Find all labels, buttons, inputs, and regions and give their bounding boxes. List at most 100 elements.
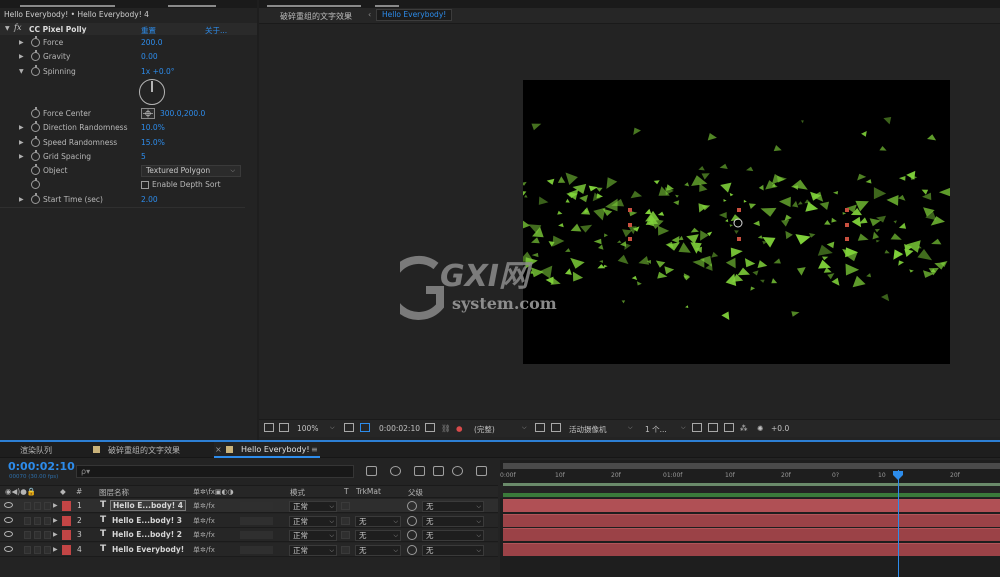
parent-dropdown[interactable]: 无 ⌵ [422, 530, 484, 541]
stopwatch-icon[interactable] [31, 150, 40, 161]
lock-toggle[interactable] [34, 516, 41, 525]
pickwhip-icon[interactable] [407, 515, 417, 526]
menu-icon[interactable]: ≡ [311, 445, 318, 454]
mask-icon[interactable] [360, 423, 370, 432]
work-area-bar[interactable] [503, 483, 1000, 486]
stopwatch-icon[interactable] [31, 164, 40, 175]
color-channel-icon[interactable]: ● [456, 424, 463, 433]
blend-mode-dropdown[interactable]: 正常 ⌵ [289, 530, 337, 541]
layer-switches[interactable]: 单✲/fx [193, 501, 215, 511]
reset-exposure-icon[interactable]: ✺ [757, 424, 763, 433]
trkmat-dropdown[interactable]: 无 ⌵ [355, 530, 401, 541]
label-color-swatch[interactable] [62, 530, 71, 540]
fast-preview-icon[interactable] [708, 423, 718, 432]
property-spinning[interactable]: ▼ Spinning 1x +0.0° [0, 65, 245, 79]
breadcrumb-item-current[interactable]: Hello Everybody! [376, 9, 453, 21]
layer-switches[interactable]: 单✲/fx [193, 545, 215, 555]
label-icon[interactable]: ◆ [60, 487, 66, 496]
collapse-arrow-icon[interactable]: ▼ [5, 25, 10, 32]
link-icon[interactable]: ⛓ [441, 424, 451, 433]
direction-randomness-value[interactable]: 10.0% [141, 123, 165, 132]
render-icon[interactable] [692, 423, 702, 432]
expand-arrow-icon[interactable]: ▶ [19, 39, 24, 46]
expand-arrow-icon[interactable]: ▶ [53, 502, 58, 509]
expand-arrow-icon[interactable]: ▶ [19, 196, 24, 203]
preserve-transparency-toggle[interactable] [341, 545, 350, 554]
property-speed-randomness[interactable]: ▶ Speed Randomness 15.0% [0, 136, 245, 150]
av-features-icon[interactable]: ◉◀)●🔒 [5, 487, 36, 496]
table-row[interactable]: ▶ 3 T Hello E...body! 2 单✲/fx 正常 ⌵ 无 ⌵ 无 ⌵ [0, 528, 498, 542]
table-row[interactable]: ▶ 4 T Hello Everybody! 单✲/fx 正常 ⌵ 无 ⌵ 无 ⌵ [0, 542, 498, 557]
stopwatch-icon[interactable] [31, 65, 40, 76]
property-start-time[interactable]: ▶ Start Time (sec) 2.00 [0, 193, 245, 207]
parent-dropdown[interactable]: 无 ⌵ [422, 501, 484, 512]
expand-arrow-icon[interactable]: ▶ [19, 53, 24, 60]
layer-switches[interactable]: 单✲/fx [193, 516, 215, 526]
flowchart-icon[interactable]: ⁂ [740, 424, 748, 433]
column-t[interactable]: T [344, 487, 349, 496]
table-row[interactable]: ▶ 2 T Hello E...body! 3 单✲/fx 正常 ⌵ 无 ⌵ 无 ⌵ [0, 513, 498, 528]
label-color-swatch[interactable] [62, 515, 71, 526]
close-icon[interactable]: × [215, 445, 222, 454]
time-navigator[interactable] [503, 463, 1000, 469]
playhead-handle[interactable] [893, 471, 903, 480]
lock-toggle[interactable] [34, 545, 41, 554]
preserve-transparency-toggle[interactable] [341, 502, 350, 510]
pickwhip-icon[interactable] [407, 544, 417, 555]
object-dropdown[interactable]: Textured Polygon ⌵ [141, 165, 241, 177]
parent-dropdown[interactable]: 无 ⌵ [422, 544, 484, 556]
blend-mode-dropdown[interactable]: 正常 ⌵ [289, 544, 337, 556]
exposure-value[interactable]: +0.0 [771, 424, 789, 433]
lock-toggle[interactable] [34, 531, 41, 539]
parent-dropdown[interactable]: 无 ⌵ [422, 515, 484, 527]
tab-comp-2[interactable]: Hello Everybody! [241, 445, 310, 454]
layer-name[interactable]: Hello E...body! 3 [112, 516, 182, 525]
stopwatch-icon[interactable] [31, 107, 40, 118]
reset-button[interactable]: 重置 [141, 25, 156, 36]
fit-icon[interactable] [344, 423, 354, 432]
spinning-value[interactable]: 1x +0.0° [141, 67, 175, 76]
switch-boxes[interactable] [240, 516, 273, 525]
tab-render-queue[interactable]: 渲染队列 [20, 445, 52, 456]
expand-arrow-icon[interactable]: ▶ [53, 517, 58, 524]
eye-icon[interactable] [4, 545, 13, 552]
pickwhip-icon[interactable] [407, 530, 417, 540]
frame-blending-icon[interactable] [433, 466, 444, 476]
eye-icon[interactable] [4, 502, 13, 508]
views-dropdown[interactable]: 1 个... [645, 424, 667, 435]
effect-title-row[interactable]: ▼ fx CC Pixel Polly 重置 关于... [0, 23, 257, 35]
eye-icon[interactable] [4, 516, 13, 523]
trkmat-dropdown[interactable]: 无 ⌵ [355, 515, 401, 527]
speed-randomness-value[interactable]: 15.0% [141, 138, 165, 147]
layer-duration-bar[interactable] [503, 513, 1000, 527]
column-mode[interactable]: 模式 [290, 487, 305, 498]
switch-boxes[interactable] [240, 502, 273, 510]
stopwatch-icon[interactable] [31, 136, 40, 147]
enable-depth-sort-checkbox[interactable] [141, 181, 149, 189]
solo-toggle[interactable] [24, 502, 31, 510]
property-gravity[interactable]: ▶ Gravity 0.00 [0, 50, 245, 64]
composition-canvas[interactable] [523, 80, 950, 364]
blend-mode-dropdown[interactable]: 正常 ⌵ [289, 501, 337, 512]
layer-duration-bar[interactable] [503, 499, 1000, 512]
layer-switches[interactable]: 单✲/fx [193, 530, 215, 540]
viewer-tabbar[interactable] [259, 0, 1000, 8]
solo-toggle[interactable] [24, 531, 31, 539]
expand-arrow-icon[interactable]: ▶ [19, 139, 24, 146]
shy-toggle[interactable] [44, 516, 51, 525]
property-force[interactable]: ▶ Force 200.0 [0, 36, 245, 50]
eye-icon[interactable] [4, 531, 13, 537]
property-direction-randomness[interactable]: ▶ Direction Randomness 10.0% [0, 121, 245, 135]
column-trkmat[interactable]: TrkMat [356, 487, 381, 496]
resolution-dropdown[interactable]: (完整) [474, 424, 495, 435]
grid-spacing-value[interactable]: 5 [141, 152, 146, 161]
crosshair-icon[interactable] [141, 108, 155, 119]
force-center-value[interactable]: 300.0,200.0 [160, 109, 205, 118]
start-time-value[interactable]: 2.00 [141, 195, 158, 204]
tab-comp-1[interactable]: 破碎重组的文字效果 [108, 445, 180, 456]
switches-icons[interactable]: 单✲\fx▣◐◑ [193, 487, 234, 497]
stopwatch-icon[interactable] [31, 121, 40, 132]
label-color-swatch[interactable] [62, 544, 71, 555]
stopwatch-icon[interactable] [31, 50, 40, 61]
preserve-transparency-toggle[interactable] [341, 516, 350, 525]
